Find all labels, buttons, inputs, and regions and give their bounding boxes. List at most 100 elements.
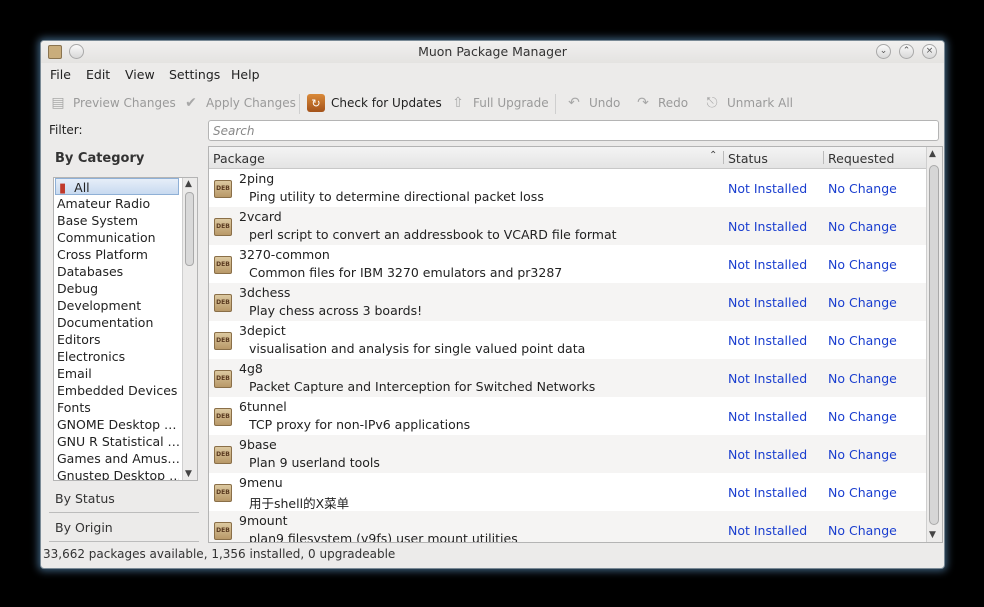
category-label: Gnustep Desktop … <box>57 468 179 481</box>
package-name: 3dchess <box>239 285 291 300</box>
package-name: 2ping <box>239 171 275 186</box>
maximize-button[interactable]: ⌃ <box>899 44 914 59</box>
category-item[interactable]: Games and Amus… <box>54 450 179 467</box>
category-item[interactable]: Fonts <box>54 399 179 416</box>
table-row[interactable]: DEB 3depict visualisation and analysis for… <box>209 321 926 359</box>
deb-package-icon: DEB <box>214 180 232 198</box>
package-table: Package ⌃ Status Requested DEB 2ping Ping … <box>208 146 943 543</box>
category-item[interactable]: Databases <box>54 263 179 280</box>
category-item[interactable]: Debug <box>54 280 179 297</box>
category-item[interactable]: Communication <box>54 229 179 246</box>
title-bar: Muon Package Manager ⌄ ⌃ × <box>41 41 944 63</box>
table-row[interactable]: DEB 2ping Ping utility to determine direct… <box>209 169 926 207</box>
column-status[interactable]: Status <box>728 151 768 166</box>
package-status: Not Installed <box>728 485 808 500</box>
package-status: Not Installed <box>728 409 808 424</box>
filter-panel: Filter: By Category ▮ All Amateur Radio Bas… <box>44 120 199 542</box>
table-scrollbar[interactable]: ▲ ▼ <box>926 147 942 542</box>
redo-button[interactable]: ↷ Redo <box>634 93 688 113</box>
table-scroll-thumb[interactable] <box>929 165 939 525</box>
undo-icon: ↶ <box>568 95 580 111</box>
undo-button[interactable]: ↶ Undo <box>565 93 620 113</box>
by-origin-label: By Origin <box>55 520 113 535</box>
toolbar-separator <box>555 94 556 114</box>
category-item[interactable]: Embedded Devices <box>54 382 179 399</box>
category-item[interactable]: Cross Platform <box>54 246 179 263</box>
category-item[interactable]: Base System <box>54 212 179 229</box>
package-status: Not Installed <box>728 371 808 386</box>
menu-settings[interactable]: Settings <box>169 67 220 82</box>
deb-package-icon: DEB <box>214 294 232 312</box>
category-item[interactable]: Editors <box>54 331 179 348</box>
tab-divider <box>49 541 199 542</box>
column-package[interactable]: Package <box>213 151 265 166</box>
category-label: Databases <box>57 264 124 279</box>
package-status: Not Installed <box>728 219 808 234</box>
category-scroll-thumb[interactable] <box>185 192 194 266</box>
apply-changes-button[interactable]: ✔ Apply Changes <box>182 93 296 113</box>
table-row[interactable]: DEB 9menu 用于shell的X菜单 Not Installed No Chang… <box>209 473 926 511</box>
category-label: Amateur Radio <box>57 196 151 211</box>
full-upgrade-button[interactable]: ⇧ Full Upgrade <box>449 93 549 113</box>
package-name: 2vcard <box>239 209 282 224</box>
table-row[interactable]: DEB 2vcard perl script to convert an addre… <box>209 207 926 245</box>
category-item-all[interactable]: ▮ All <box>55 178 179 195</box>
category-item[interactable]: Electronics <box>54 348 179 365</box>
unmark-all-button[interactable]: ⎋ Unmark All <box>703 93 793 113</box>
category-list[interactable]: ▮ All Amateur Radio Base System Communicatio… <box>53 177 198 481</box>
category-scrollbar[interactable]: ▲ ▼ <box>182 178 197 480</box>
package-status: Not Installed <box>728 181 808 196</box>
package-requested: No Change <box>828 523 897 538</box>
category-item[interactable]: Amateur Radio <box>54 195 179 212</box>
category-item[interactable]: Development <box>54 297 179 314</box>
column-requested[interactable]: Requested <box>828 151 894 166</box>
category-label: GNOME Desktop … <box>57 417 177 432</box>
category-item[interactable]: Gnustep Desktop … <box>54 467 179 481</box>
category-item[interactable]: GNOME Desktop … <box>54 416 179 433</box>
package-description: visualisation and analysis for single va… <box>249 341 586 356</box>
scroll-up-icon[interactable]: ▲ <box>185 179 192 189</box>
menu-edit[interactable]: Edit <box>86 67 110 82</box>
package-description: Plan 9 userland tools <box>249 455 380 470</box>
package-name: 9base <box>239 437 277 452</box>
deb-package-icon: DEB <box>214 446 232 464</box>
menu-view[interactable]: View <box>125 67 155 82</box>
table-row[interactable]: DEB 3270-common Common files for IBM 3270 … <box>209 245 926 283</box>
search-input[interactable] <box>209 121 915 141</box>
by-origin-tab[interactable]: By Origin <box>49 516 199 542</box>
unmark-icon: ⎋ <box>706 95 718 111</box>
category-item[interactable]: GNU R Statistical … <box>54 433 179 450</box>
by-category-header[interactable]: By Category <box>55 151 144 166</box>
category-label: Documentation <box>57 315 154 330</box>
column-separator <box>823 151 824 164</box>
category-item[interactable]: Documentation <box>54 314 179 331</box>
package-name: 6tunnel <box>239 399 287 414</box>
scroll-down-icon[interactable]: ▼ <box>185 469 192 479</box>
scroll-up-icon[interactable]: ▲ <box>929 149 936 159</box>
table-row[interactable]: DEB 4g8 Packet Capture and Interception fo… <box>209 359 926 397</box>
table-row[interactable]: DEB 6tunnel TCP proxy for non-IPv6 applica… <box>209 397 926 435</box>
package-description: TCP proxy for non-IPv6 applications <box>249 417 471 432</box>
menu-help[interactable]: Help <box>231 67 260 82</box>
toolbar-separator <box>299 94 300 114</box>
main-window: Muon Package Manager ⌄ ⌃ × File Edit Vie… <box>40 40 945 569</box>
check-for-updates-button[interactable]: ↻ Check for Updates <box>307 93 442 113</box>
category-label: Communication <box>57 230 156 245</box>
preview-changes-button[interactable]: ▤ Preview Changes <box>49 93 175 113</box>
filter-label: Filter: <box>49 123 83 137</box>
table-row[interactable]: DEB 9mount plan9 filesystem (v9fs) user mo… <box>209 511 926 542</box>
deb-package-icon: DEB <box>214 370 232 388</box>
package-description: Ping utility to determine directional pa… <box>249 189 544 204</box>
close-button[interactable]: × <box>922 44 937 59</box>
minimize-button[interactable]: ⌄ <box>876 44 891 59</box>
scroll-down-icon[interactable]: ▼ <box>929 530 936 540</box>
category-label: Embedded Devices <box>57 383 178 398</box>
sort-ascending-icon[interactable]: ⌃ <box>709 150 717 161</box>
table-row[interactable]: DEB 3dchess Play chess across 3 boards! Not… <box>209 283 926 321</box>
table-row[interactable]: DEB 9base Plan 9 userland tools Not Install… <box>209 435 926 473</box>
toolbar: ▤ Preview Changes ✔ Apply Changes ↻ Chec… <box>41 89 944 117</box>
search-box[interactable] <box>208 120 939 141</box>
category-item[interactable]: Email <box>54 365 179 382</box>
by-status-tab[interactable]: By Status <box>49 487 199 513</box>
menu-file[interactable]: File <box>50 67 71 82</box>
